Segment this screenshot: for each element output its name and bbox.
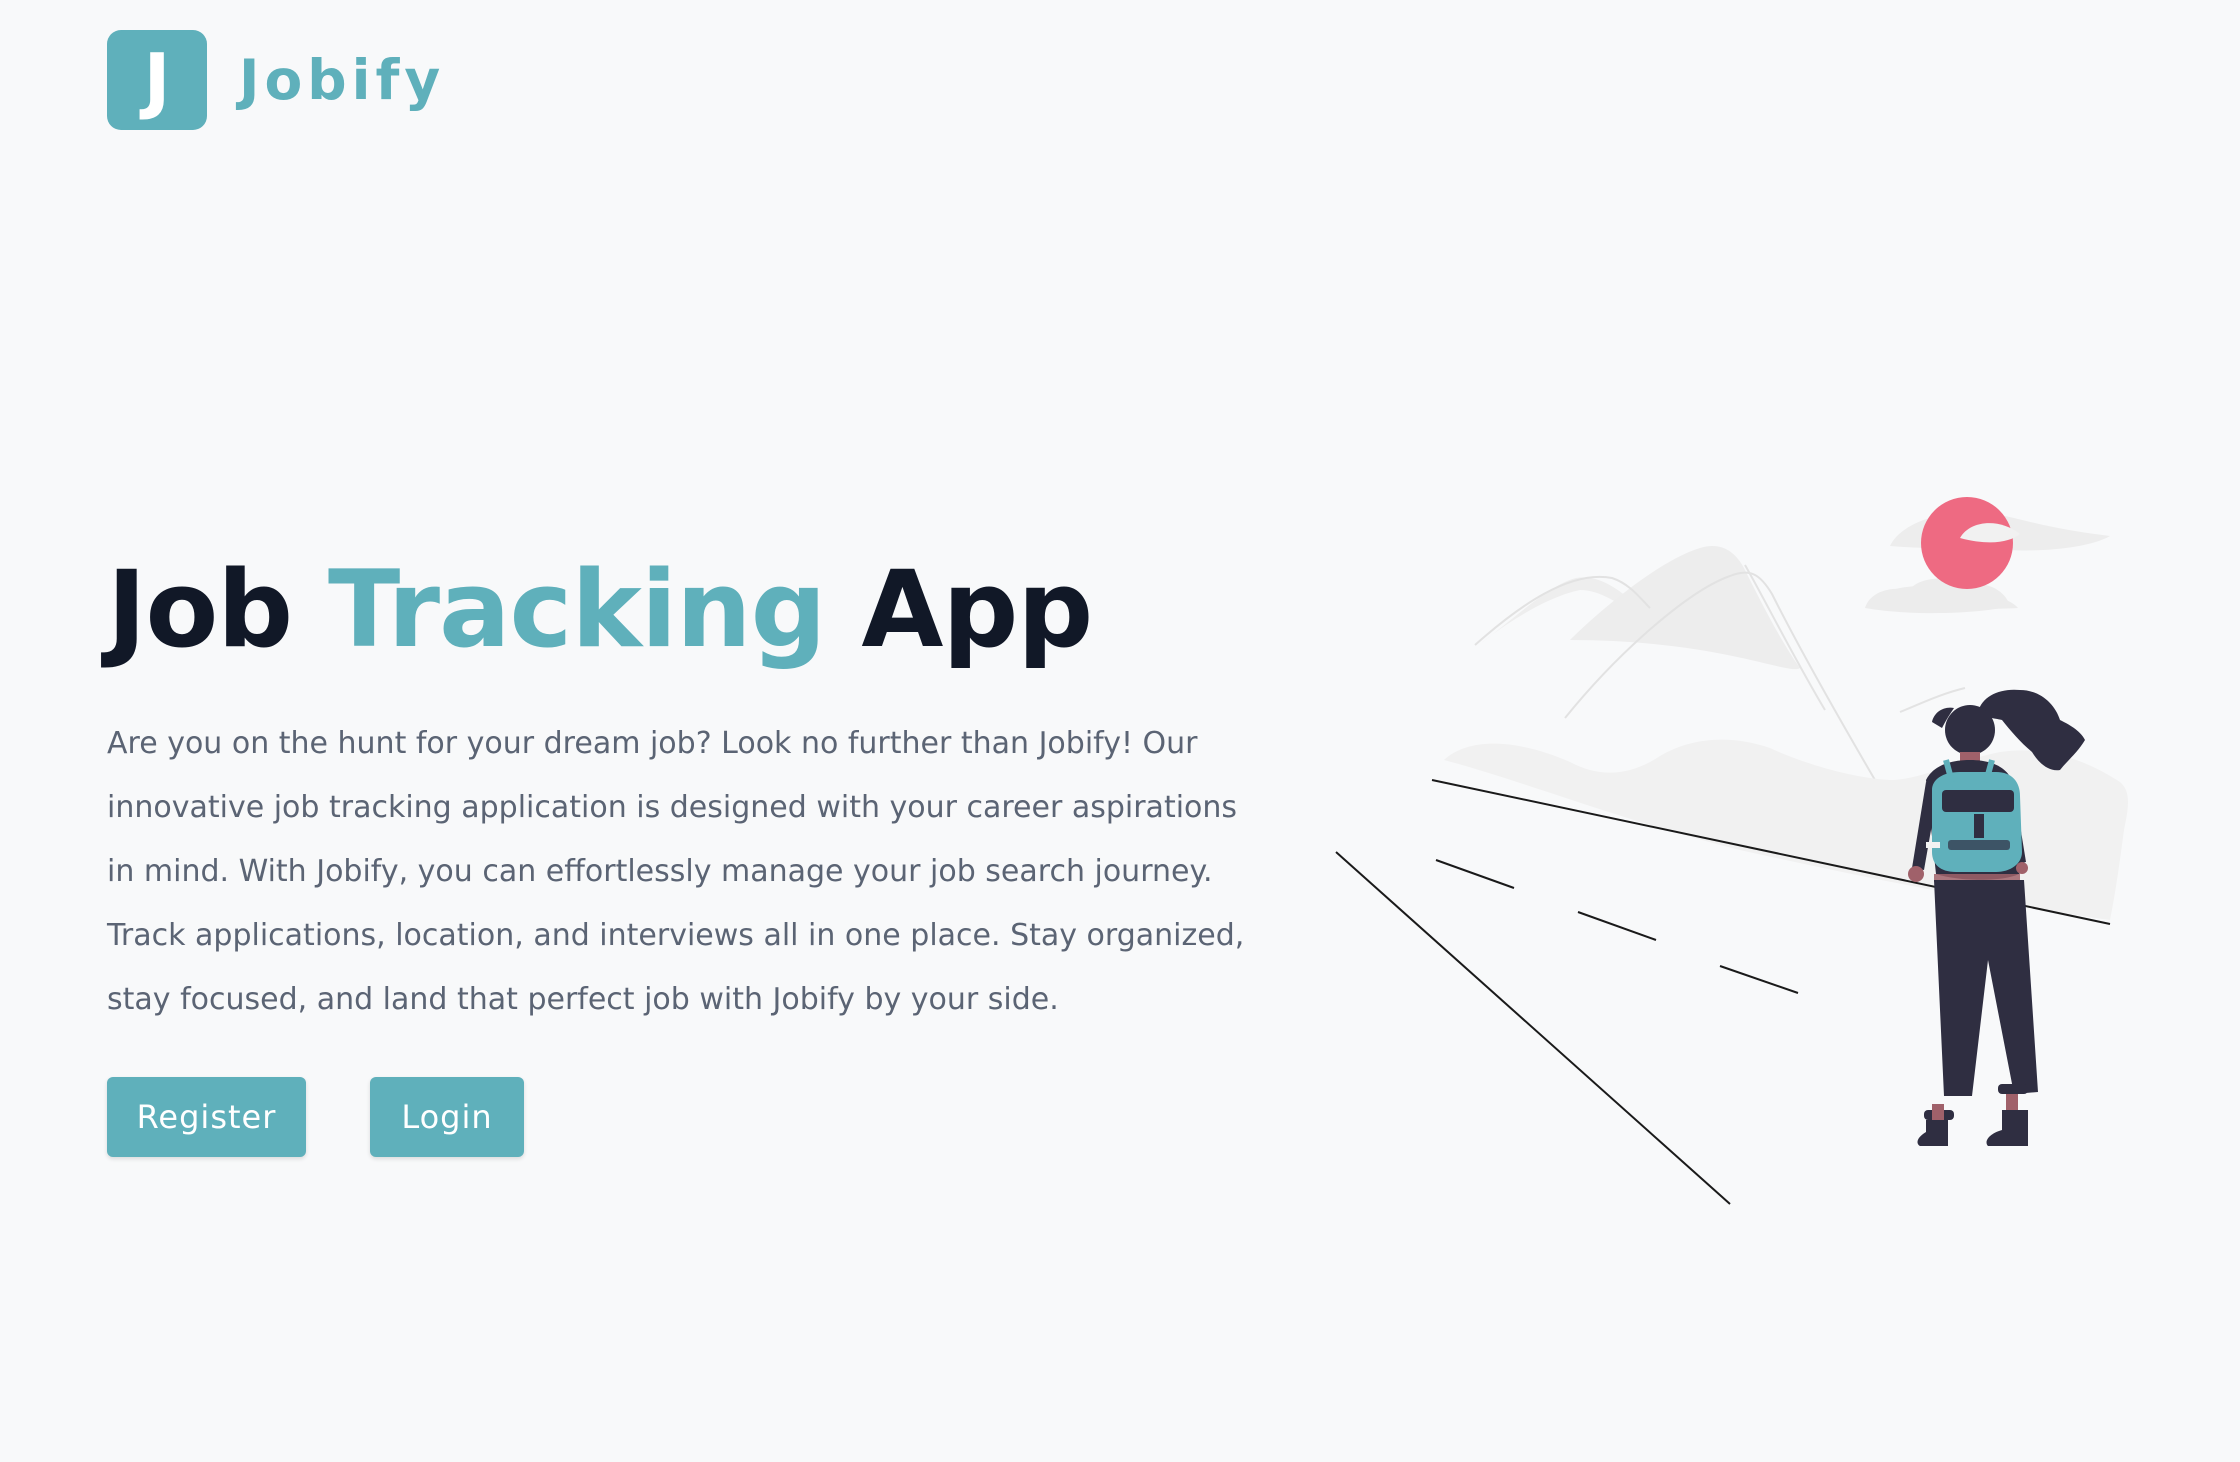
hero-illustration	[1335, 497, 2128, 1205]
logo-mark-icon: J	[107, 30, 207, 130]
logo-text: Jobify	[239, 48, 446, 112]
hero-title: Job Tracking App	[107, 545, 1093, 675]
hero-title-accent: Tracking	[328, 548, 826, 671]
login-button[interactable]: Login	[370, 1077, 524, 1157]
register-button[interactable]: Register	[107, 1077, 306, 1157]
hero-description: Are you on the hunt for your dream job? …	[107, 726, 1245, 1017]
logo[interactable]: J Jobify	[107, 30, 445, 130]
hero-title-part2: App	[861, 548, 1093, 671]
hero-title-part1: Job	[107, 548, 293, 671]
